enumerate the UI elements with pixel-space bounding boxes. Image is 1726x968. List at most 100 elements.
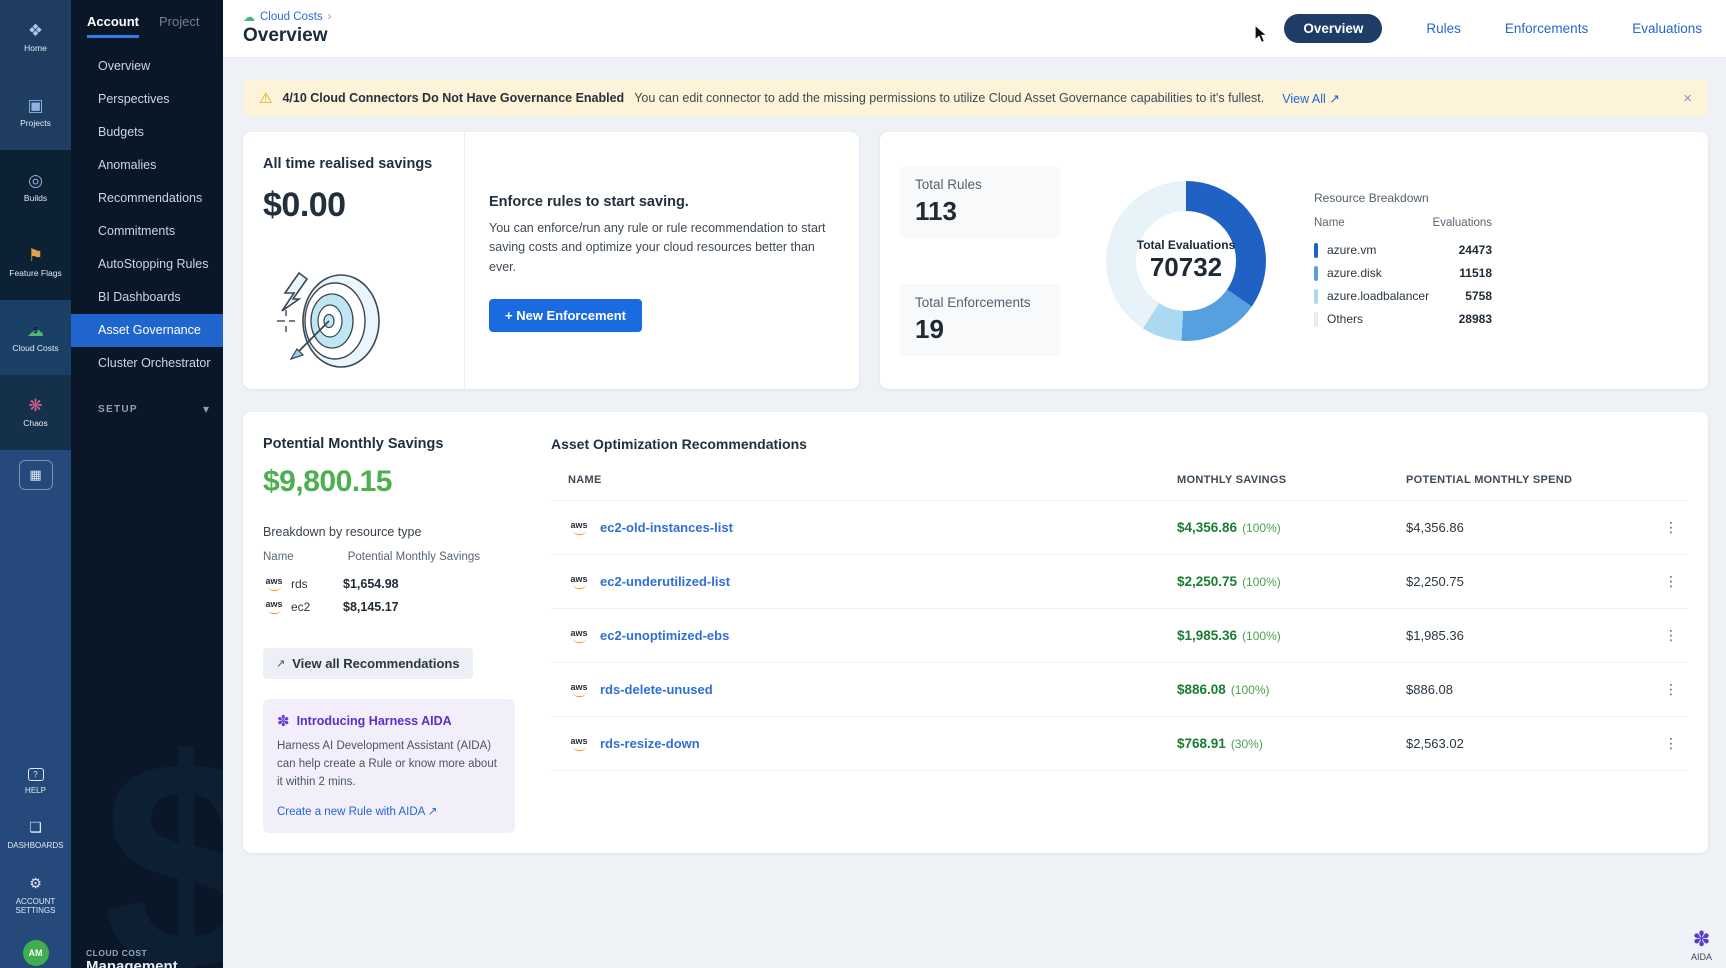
total-enforcements-value: 19 (915, 314, 1045, 345)
tab-overview[interactable]: Overview (1284, 14, 1382, 43)
module-chaos[interactable]: ❋ Chaos (0, 375, 71, 450)
legend-item: azure.vm 24473 (1314, 239, 1492, 262)
module-feature-flags[interactable]: ⚑ Feature Flags (0, 225, 71, 300)
sidebar-item-bi-dashboards[interactable]: BI Dashboards (71, 281, 223, 314)
help-button[interactable]: ? HELP (25, 768, 46, 796)
sidebar-item-commitments[interactable]: Commitments (71, 215, 223, 248)
recommendation-link[interactable]: ec2-old-instances-list (600, 520, 733, 535)
module-home[interactable]: ❖ Home (0, 0, 71, 75)
legend-item: azure.disk 11518 (1314, 262, 1492, 285)
help-label: HELP (25, 786, 46, 796)
aws-icon: aws (568, 629, 590, 643)
table-row: awsec2-old-instances-list $4,356.86(100%… (551, 500, 1688, 554)
setup-section-toggle[interactable]: SETUP ▾ (71, 402, 223, 416)
module-home-label: Home (22, 44, 49, 54)
recommendations-section: Potential Monthly Savings $9,800.15 Brea… (243, 412, 1708, 853)
module-cloud-costs[interactable]: ☁$ Cloud Costs (0, 300, 71, 375)
nav-sidebar: Account Project Overview Perspectives Bu… (71, 0, 223, 968)
dashboards-button[interactable]: ❏ DASHBOARDS (7, 819, 63, 851)
nav-list: Overview Perspectives Budgets Anomalies … (71, 50, 223, 380)
aws-icon: aws (568, 521, 590, 535)
external-link-icon: ↗ (1329, 92, 1339, 106)
create-rule-with-aida-link[interactable]: Create a new Rule with AIDA ↗ (277, 806, 438, 818)
tab-evaluations[interactable]: Evaluations (1632, 21, 1702, 36)
module-builds-label: Builds (22, 194, 49, 204)
sidebar-item-anomalies[interactable]: Anomalies (71, 149, 223, 182)
aws-icon: aws (263, 600, 285, 614)
banner-close-icon[interactable]: × (1683, 90, 1692, 107)
home-icon: ❖ (28, 22, 43, 39)
view-all-recommendations-button[interactable]: ↗ View all Recommendations (263, 648, 473, 679)
total-rules-value: 113 (915, 196, 1045, 227)
module-projects-label: Projects (18, 119, 53, 129)
cta-body: You can enforce/run any rule or rule rec… (489, 219, 831, 277)
all-time-savings-card: All time realised savings $0.00 (243, 132, 859, 389)
module-switcher-button[interactable]: ▦ (19, 460, 53, 490)
tab-project[interactable]: Project (159, 14, 199, 38)
aida-promo-card: ✽ Introducing Harness AIDA Harness AI De… (263, 699, 515, 833)
module-projects[interactable]: ▣ Projects (0, 75, 71, 150)
new-enforcement-button[interactable]: + New Enforcement (489, 299, 642, 332)
pm-row-ec2: awsec2 $8,145.17 (263, 595, 515, 618)
recommendation-link[interactable]: ec2-unoptimized-ebs (600, 628, 729, 643)
tab-enforcements[interactable]: Enforcements (1505, 21, 1588, 36)
row-menu-icon[interactable]: ⋮ (1654, 735, 1688, 752)
potential-savings-title: Potential Monthly Savings (263, 436, 515, 452)
asset-optimization-table: Asset Optimization Recommendations NAME … (551, 436, 1688, 833)
governance-warning-banner: ⚠ 4/10 Cloud Connectors Do Not Have Gove… (243, 80, 1708, 116)
scope-tabs: Account Project (71, 0, 223, 38)
col-potential-monthly-spend: POTENTIAL MONTHLY SPEND (1406, 474, 1654, 486)
sidebar-item-recommendations[interactable]: Recommendations (71, 182, 223, 215)
product-name: CLOUD COST Management (86, 948, 178, 968)
row-menu-icon[interactable]: ⋮ (1654, 681, 1688, 698)
aws-icon: aws (263, 577, 285, 591)
tab-rules[interactable]: Rules (1426, 21, 1461, 36)
module-feature-flags-label: Feature Flags (7, 269, 63, 279)
module-grid-icon: ▦ (29, 467, 41, 483)
page-header: ☁ Cloud Costs › Overview Overview Rules … (223, 0, 1726, 58)
warning-icon: ⚠ (259, 89, 272, 107)
sidebar-item-perspectives[interactable]: Perspectives (71, 83, 223, 116)
user-avatar[interactable]: AM (23, 940, 49, 966)
aida-promo-body: Harness AI Development Assistant (AIDA) … (277, 738, 501, 791)
dashboards-icon: ❏ (29, 819, 42, 836)
dollar-overlay: $ (33, 327, 37, 335)
aws-icon: aws (568, 737, 590, 751)
page-title: Overview (243, 25, 331, 47)
sidebar-item-overview[interactable]: Overview (71, 50, 223, 83)
aida-flower-icon: ✽ (1693, 929, 1711, 950)
projects-icon: ▣ (27, 97, 43, 114)
potential-savings-amount: $9,800.15 (263, 465, 515, 499)
account-settings-button[interactable]: ⚙ ACCOUNT SETTINGS (9, 875, 63, 916)
row-menu-icon[interactable]: ⋮ (1654, 519, 1688, 536)
recommendation-link[interactable]: rds-resize-down (600, 736, 700, 751)
product-name-line1: CLOUD COST (86, 948, 178, 958)
row-menu-icon[interactable]: ⋮ (1654, 573, 1688, 590)
banner-detail-text: You can edit connector to add the missin… (634, 91, 1264, 105)
breadcrumb: ☁ Cloud Costs › (243, 10, 331, 24)
cloud-costs-breadcrumb-icon: ☁ (243, 10, 255, 24)
view-all-link[interactable]: View All ↗ (1282, 91, 1340, 106)
recommendation-link[interactable]: ec2-underutilized-list (600, 574, 730, 589)
gear-icon: ⚙ (29, 875, 42, 892)
cloud-costs-icon: ☁$ (27, 322, 44, 339)
external-link-icon: ↗ (428, 806, 438, 818)
help-icon: ? (28, 768, 44, 781)
aida-assistant-button[interactable]: ✽ AIDA (1691, 929, 1712, 962)
tab-account[interactable]: Account (87, 14, 139, 38)
sidebar-item-autostopping-rules[interactable]: AutoStopping Rules (71, 248, 223, 281)
legend-swatch (1314, 266, 1318, 281)
sidebar-item-asset-governance[interactable]: Asset Governance (71, 314, 223, 347)
pm-col-savings: Potential Monthly Savings (348, 551, 480, 563)
row-menu-icon[interactable]: ⋮ (1654, 627, 1688, 644)
breakdown-col-name: Name (1314, 217, 1345, 229)
breadcrumb-cloud-costs-link[interactable]: Cloud Costs (260, 11, 323, 23)
sidebar-item-budgets[interactable]: Budgets (71, 116, 223, 149)
all-time-savings-amount: $0.00 (263, 186, 464, 225)
legend-swatch (1314, 289, 1318, 304)
legend-swatch (1314, 312, 1318, 327)
module-builds[interactable]: ◎ Builds (0, 150, 71, 225)
sidebar-item-cluster-orchestrator[interactable]: Cluster Orchestrator (71, 347, 223, 380)
account-settings-label: ACCOUNT SETTINGS (9, 897, 63, 916)
recommendation-link[interactable]: rds-delete-unused (600, 682, 713, 697)
